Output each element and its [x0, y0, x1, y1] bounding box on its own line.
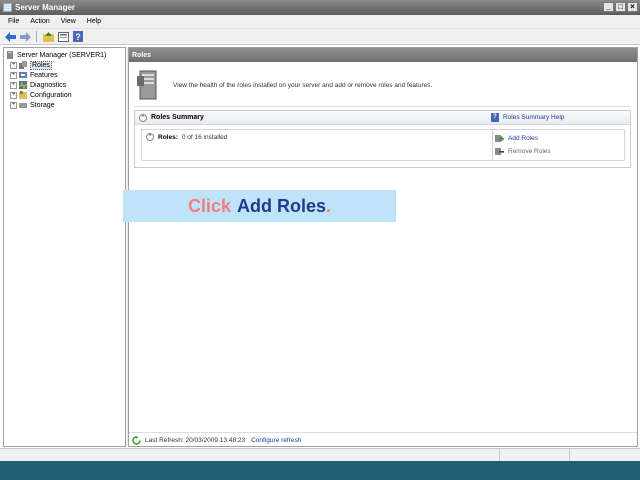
- roles-summary-panel: ^ Roles Summary ? Roles Summary Help ^ R…: [134, 110, 631, 168]
- menu-view[interactable]: View: [61, 18, 76, 25]
- tree-root-label: Server Manager (SERVER1): [17, 51, 107, 59]
- tree-root[interactable]: Server Manager (SERVER1): [6, 50, 123, 60]
- roles-summary-help-label: Roles Summary Help: [503, 114, 565, 121]
- minimize-button[interactable]: _: [603, 2, 614, 12]
- expand-roles-icon[interactable]: +: [10, 61, 17, 69]
- tree-item-label-configuration: Configuration: [30, 91, 72, 99]
- callout-period: .: [326, 195, 332, 216]
- server-icon: [7, 51, 13, 59]
- taskbar: [0, 461, 640, 480]
- expand-diagnostics-icon[interactable]: +: [10, 81, 17, 89]
- roles-installed-count: 0 of 16 installed: [181, 133, 228, 141]
- up-icon[interactable]: [42, 31, 54, 43]
- window-title: Server Manager: [15, 3, 76, 12]
- tree-item-label-features: Features: [30, 71, 58, 79]
- collapse-summary-icon[interactable]: ^: [139, 113, 147, 122]
- svg-text:?: ?: [75, 32, 81, 42]
- tree-item-features[interactable]: + Features: [6, 70, 123, 80]
- toolbar-separator: [36, 31, 37, 42]
- menu-bar: File Action View Help: [0, 15, 640, 29]
- help-icon[interactable]: ?: [72, 31, 84, 43]
- pane-title: Roles: [132, 51, 152, 59]
- maximize-button[interactable]: □: [615, 2, 626, 12]
- status-divider: [129, 432, 637, 433]
- intro-section: View the health of the roles installed o…: [137, 70, 432, 100]
- menu-action[interactable]: Action: [30, 18, 49, 25]
- forward-icon[interactable]: [19, 31, 31, 43]
- expand-configuration-icon[interactable]: +: [10, 91, 17, 99]
- divider: [135, 106, 631, 107]
- server-manager-icon: [3, 3, 12, 12]
- add-roles-icon: [495, 135, 504, 142]
- menu-file[interactable]: File: [8, 18, 19, 25]
- callout-click-word: Click: [187, 195, 231, 216]
- tree-item-diagnostics[interactable]: + Diagnostics: [6, 80, 123, 90]
- tree-item-label-storage: Storage: [30, 101, 55, 109]
- storage-icon: [19, 103, 27, 108]
- pane-header: Roles: [129, 48, 637, 62]
- details-pane: Roles View the health of the roles insta…: [128, 47, 638, 447]
- diagnostics-icon: [19, 81, 27, 89]
- status-cell: [0, 449, 500, 461]
- expand-storage-icon[interactable]: +: [10, 101, 17, 109]
- tree-item-storage[interactable]: + Storage: [6, 100, 123, 110]
- roles-summary-help-link[interactable]: ? Roles Summary Help: [491, 113, 564, 122]
- tree-item-configuration[interactable]: + Configuration: [6, 90, 123, 100]
- roles-summary-header: ^ Roles Summary ? Roles Summary Help: [135, 111, 630, 125]
- roles-icon: [19, 61, 27, 69]
- tree-item-label-roles: Roles: [30, 60, 52, 70]
- remove-roles-label: Remove Roles: [508, 148, 551, 155]
- refresh-status: Last Refresh: 20/03/2009 13:48:23 Config…: [132, 436, 301, 445]
- toolbar: ?: [0, 29, 640, 45]
- server-tower-icon: [137, 70, 157, 100]
- remove-roles-link[interactable]: Remove Roles: [495, 145, 625, 158]
- refresh-icon: [132, 436, 141, 445]
- configuration-icon: [19, 91, 27, 99]
- tree-item-roles[interactable]: + Roles: [6, 60, 123, 70]
- configure-refresh-link[interactable]: Configure refresh: [251, 437, 301, 444]
- add-roles-link[interactable]: Add Roles: [495, 132, 625, 145]
- intro-text: View the health of the roles installed o…: [173, 81, 433, 89]
- add-roles-label: Add Roles: [508, 135, 538, 142]
- last-refresh-text: Last Refresh: 20/03/2009 13:48:23: [145, 437, 246, 444]
- close-button[interactable]: ×: [627, 2, 638, 12]
- roles-label: Roles:: [158, 133, 178, 141]
- collapse-roles-icon[interactable]: ^: [146, 133, 154, 141]
- roles-actions: Add Roles Remove Roles: [492, 130, 625, 160]
- status-cell: [500, 449, 570, 461]
- roles-row: ^ Roles: 0 of 16 installed: [146, 133, 227, 141]
- title-bar: Server Manager _ □ ×: [0, 0, 640, 15]
- window-controls: _ □ ×: [603, 2, 638, 12]
- help-book-icon: ?: [491, 113, 499, 122]
- callout-target: Add Roles: [237, 195, 327, 216]
- properties-icon[interactable]: [57, 31, 69, 43]
- back-icon[interactable]: [4, 31, 16, 43]
- status-cell: [570, 449, 640, 461]
- instruction-callout: Click Add Roles .: [123, 190, 396, 222]
- status-bar: [0, 448, 640, 461]
- navigation-tree: Server Manager (SERVER1) + Roles + Featu…: [3, 47, 126, 447]
- roles-summary-title: Roles Summary: [151, 114, 204, 121]
- tree-item-label-diagnostics: Diagnostics: [30, 81, 67, 89]
- roles-summary-body: ^ Roles: 0 of 16 installed Add Roles Rem…: [135, 125, 630, 167]
- remove-roles-icon: [495, 148, 504, 155]
- roles-box: ^ Roles: 0 of 16 installed Add Roles Rem…: [141, 129, 625, 161]
- menu-help[interactable]: Help: [87, 18, 101, 25]
- expand-features-icon[interactable]: +: [10, 71, 17, 79]
- features-icon: [19, 72, 27, 78]
